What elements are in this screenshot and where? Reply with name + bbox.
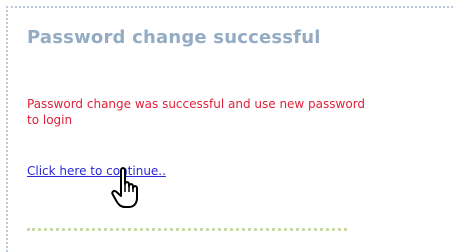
- bottom-separator: [27, 228, 347, 231]
- panel-top-border: [6, 6, 453, 8]
- success-message: Password change was successful and use n…: [27, 97, 366, 127]
- page-title: Password change successful: [27, 27, 321, 48]
- hand-pointer-icon: [111, 167, 138, 208]
- password-change-panel: Password change successful Password chan…: [0, 0, 453, 252]
- panel-left-border: [6, 6, 8, 252]
